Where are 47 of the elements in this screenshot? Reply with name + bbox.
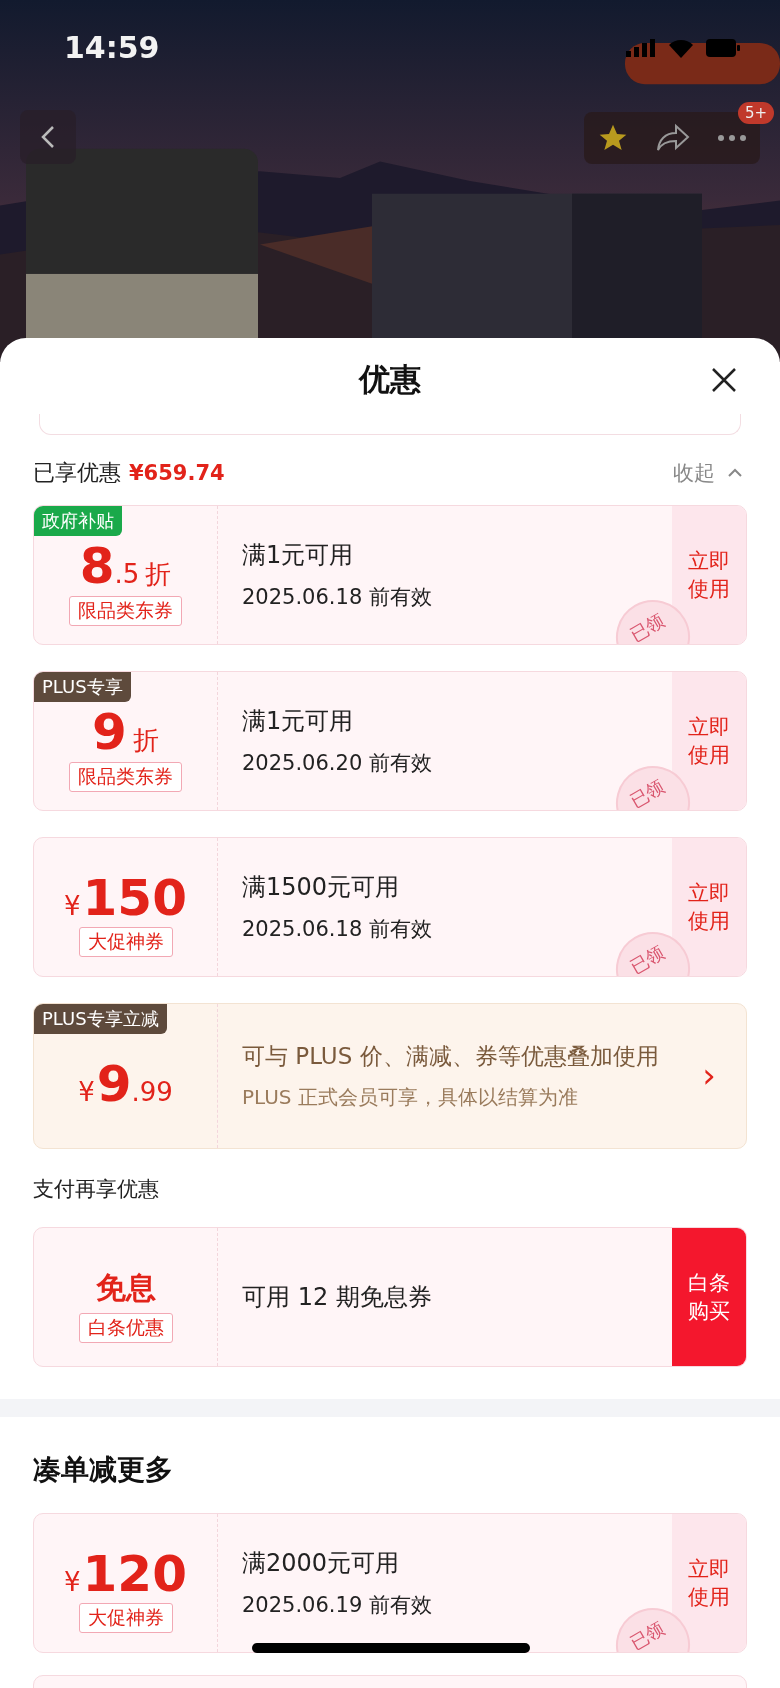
- signal-icon: [626, 38, 656, 57]
- buy-button[interactable]: 白条购买: [672, 1228, 746, 1366]
- savings-amount: ¥659.74: [129, 461, 225, 485]
- coupon-validity: 2025.06.20 前有效: [242, 750, 433, 777]
- use-button[interactable]: 立即使用: [672, 506, 746, 644]
- share-icon[interactable]: [656, 123, 690, 153]
- status-time: 14:59: [64, 30, 160, 65]
- coupon-title: 满1500元可用: [242, 872, 401, 903]
- caret-icon: [727, 468, 743, 478]
- coupon-tag: PLUS专享立减: [34, 1004, 167, 1034]
- collapse-button[interactable]: 收起: [673, 459, 747, 487]
- coupon-value: ¥150: [64, 873, 187, 923]
- coupon-value: ¥120: [64, 1549, 187, 1599]
- coupon-validity: 2025.06.18 前有效: [242, 584, 433, 611]
- coupon-note: 限品类东券: [69, 761, 182, 792]
- section-title: 支付再享优惠: [33, 1176, 160, 1203]
- coupon-title: 可用 12 期免息券: [242, 1282, 433, 1313]
- coupon-value: 免息: [95, 1268, 156, 1307]
- more-icon[interactable]: [716, 134, 747, 142]
- coupon-note: 大促神券: [78, 927, 173, 957]
- close-icon[interactable]: [711, 367, 737, 393]
- coupon-value: ¥9.99: [78, 1059, 173, 1109]
- coupon-validity: 2025.06.19 前有效: [242, 1592, 433, 1619]
- coupon-title: 满1元可用: [242, 540, 355, 571]
- coupon-value: 8.5 折: [79, 540, 172, 592]
- back-icon: [41, 125, 55, 149]
- use-button[interactable]: 立即使用: [672, 838, 746, 976]
- chevron-button[interactable]: ›: [672, 1004, 746, 1148]
- savings-label: 已享优惠: [33, 459, 121, 487]
- coupon-tag: 政府补贴: [34, 506, 122, 536]
- section-title: 凑单减更多: [33, 1452, 174, 1488]
- coupon-title: 满1元可用: [242, 706, 355, 737]
- coupon-title: 满2000元可用: [242, 1548, 401, 1579]
- coupon-note: 白条优惠: [78, 1312, 173, 1343]
- notification-badge: 5+: [737, 102, 774, 124]
- coupon-title: 可与 PLUS 价、满减、券等优惠叠加使用: [242, 1041, 660, 1071]
- coupon-value: 9 折: [92, 706, 159, 758]
- use-button[interactable]: 立即使用: [672, 1514, 746, 1652]
- coupon-note: 限品类东券: [69, 595, 182, 626]
- back-button[interactable]: [20, 110, 76, 164]
- use-button[interactable]: 立即使用: [672, 672, 746, 810]
- coupon-note: 大促神券: [78, 1603, 173, 1633]
- coupon-tag: PLUS专享: [34, 672, 131, 702]
- sheet-title: 优惠: [359, 360, 421, 399]
- coupon-validity: 2025.06.18 前有效: [242, 916, 433, 943]
- wifi-icon: [668, 37, 694, 58]
- coupon-validity: PLUS 正式会员可享，具体以结算为准: [242, 1084, 579, 1111]
